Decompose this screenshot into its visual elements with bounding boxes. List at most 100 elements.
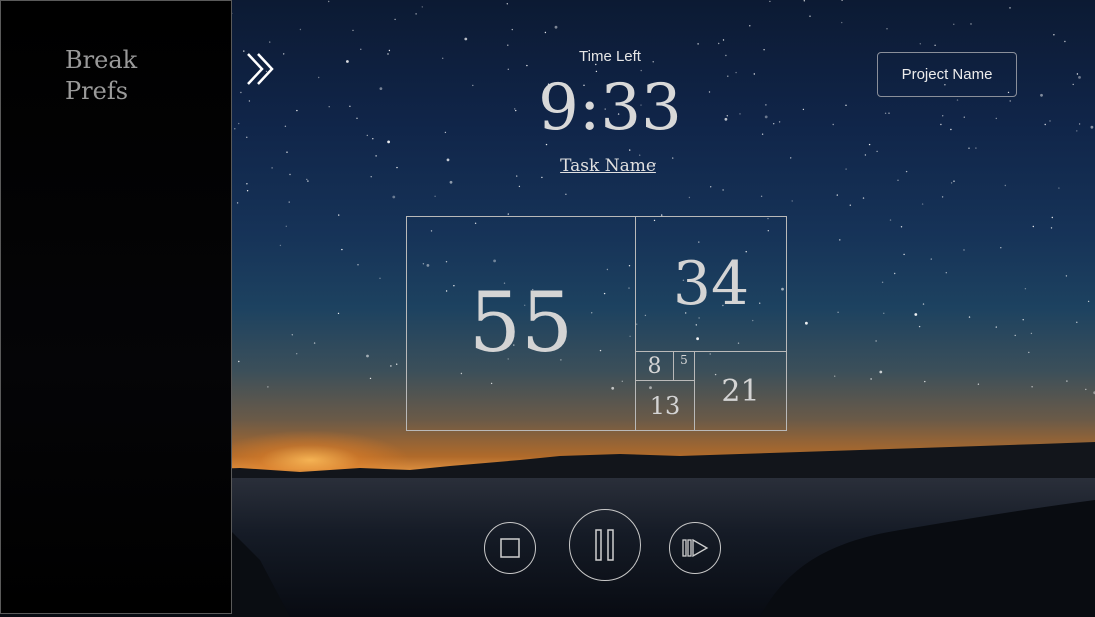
star	[234, 128, 236, 130]
star	[1004, 184, 1006, 187]
star	[349, 105, 351, 108]
fib-cell-5[interactable]: 5	[673, 351, 695, 381]
star	[238, 122, 240, 125]
star	[1009, 100, 1011, 102]
star	[930, 258, 932, 260]
star	[289, 173, 291, 176]
star	[1076, 130, 1078, 132]
star	[360, 48, 362, 50]
star	[953, 23, 955, 25]
star	[914, 313, 918, 316]
star	[924, 380, 926, 383]
star	[541, 176, 543, 179]
star	[299, 28, 302, 31]
star	[876, 150, 878, 153]
star	[763, 49, 765, 51]
star	[1000, 247, 1002, 249]
stop-button[interactable]	[484, 522, 536, 574]
star	[565, 193, 567, 195]
star	[722, 39, 725, 41]
star	[841, 0, 843, 1]
star	[544, 31, 547, 34]
star	[1076, 321, 1078, 323]
fib-cell-55[interactable]: 55	[406, 216, 636, 431]
stop-icon	[500, 538, 520, 558]
star	[338, 214, 340, 216]
star	[942, 115, 944, 117]
star	[288, 201, 290, 203]
star	[246, 190, 249, 192]
skip-forward-button[interactable]	[669, 522, 721, 574]
fib-cell-8[interactable]: 8	[635, 351, 674, 381]
pause-button[interactable]	[569, 509, 641, 581]
star	[726, 115, 728, 117]
star	[271, 167, 273, 169]
sidebar-title: Break Prefs	[65, 46, 138, 105]
star	[884, 112, 887, 115]
star	[291, 334, 293, 336]
star	[765, 104, 767, 106]
time-left-label: Time Left	[579, 48, 641, 65]
fib-cell-13[interactable]: 13	[635, 380, 695, 431]
star	[897, 179, 899, 181]
star	[918, 325, 921, 328]
star	[388, 49, 391, 52]
star	[1065, 275, 1068, 277]
star	[839, 239, 841, 241]
star	[849, 204, 851, 206]
star	[269, 41, 271, 43]
star	[834, 375, 836, 377]
star	[1014, 334, 1016, 337]
star	[318, 76, 320, 79]
fib-cell-21[interactable]: 21	[694, 351, 787, 431]
star	[238, 360, 240, 363]
star	[883, 312, 885, 314]
star	[283, 53, 285, 55]
star	[697, 43, 699, 45]
star	[977, 383, 980, 385]
star	[1022, 319, 1024, 321]
fibonacci-grid: 55 34 21 13 8 5	[406, 216, 787, 431]
star	[778, 121, 781, 123]
star	[248, 100, 251, 102]
fib-cell-34[interactable]: 34	[635, 216, 787, 352]
star	[688, 196, 691, 199]
star	[903, 253, 905, 256]
star	[240, 91, 242, 94]
star	[387, 53, 389, 55]
star	[761, 133, 764, 135]
star	[279, 244, 282, 247]
star	[246, 183, 248, 185]
task-name-link[interactable]: Task Name	[508, 156, 708, 176]
star	[444, 131, 447, 134]
star	[803, 0, 805, 2]
star	[868, 143, 871, 146]
star	[809, 15, 811, 17]
star	[889, 219, 892, 221]
star	[940, 123, 942, 126]
star	[507, 213, 509, 215]
star	[306, 178, 308, 181]
star	[888, 112, 890, 114]
star	[710, 186, 712, 188]
project-name-button[interactable]: Project Name	[877, 52, 1017, 97]
double-chevron-right-icon[interactable]	[244, 50, 280, 88]
star	[934, 44, 936, 46]
star	[464, 37, 468, 41]
star	[507, 44, 509, 46]
star	[246, 136, 248, 138]
star	[1009, 7, 1011, 9]
star	[375, 155, 377, 157]
time-remaining: 9:33	[538, 71, 682, 145]
star	[1040, 93, 1043, 97]
star	[837, 311, 839, 313]
star	[1028, 351, 1030, 354]
star	[394, 18, 396, 21]
star	[506, 3, 508, 5]
star	[392, 195, 396, 199]
star	[875, 340, 877, 342]
star	[526, 64, 528, 67]
star	[1030, 332, 1033, 335]
star	[1031, 386, 1033, 388]
star	[472, 84, 474, 87]
